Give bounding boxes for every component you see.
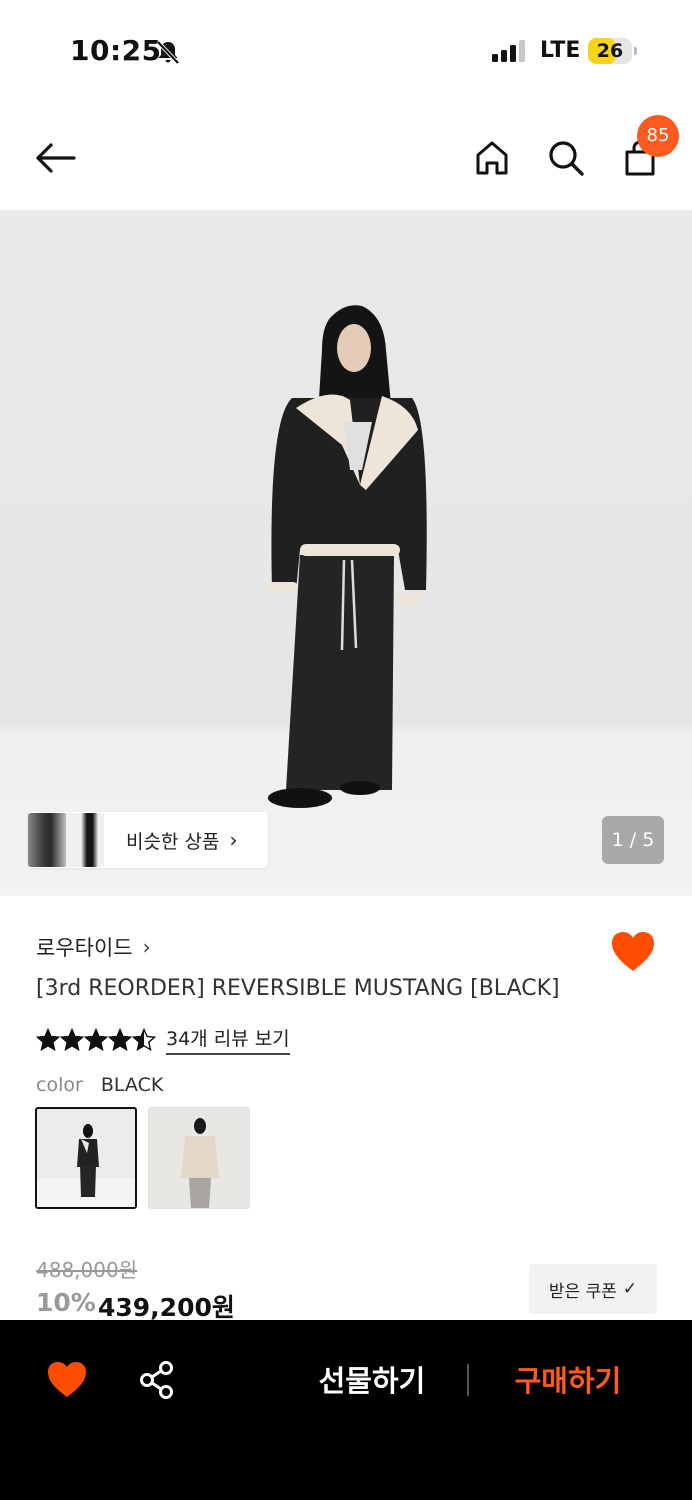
gift-button[interactable]: 선물하기	[292, 1356, 452, 1406]
status-time: 10:25	[70, 34, 162, 67]
star-icon	[60, 1027, 84, 1051]
chevron-right-icon: ›	[142, 935, 151, 959]
swatch-beige-thumb	[181, 1118, 219, 1208]
similar-thumbnails	[28, 813, 104, 867]
discount-rate: 10%	[36, 1288, 96, 1317]
cart-count-badge: 85	[637, 115, 679, 157]
review-link[interactable]: 34개 리뷰 보기	[166, 1024, 290, 1055]
product-image-gallery[interactable]: 비슷한 상품 › 1 / 5	[0, 210, 692, 896]
share-icon[interactable]	[138, 1360, 176, 1400]
swatch-black-thumb	[37, 1124, 135, 1207]
back-button[interactable]	[34, 136, 78, 180]
check-icon: ✓	[622, 1279, 638, 1299]
divider	[467, 1364, 469, 1396]
brand-link[interactable]: 로우타이드 ›	[36, 932, 151, 962]
received-coupon-button[interactable]: 받은 쿠폰 ✓	[529, 1264, 657, 1314]
coupon-label: 받은 쿠폰	[548, 1281, 617, 1302]
similar-products-label: 비슷한 상품	[126, 830, 220, 853]
signal-icon	[492, 40, 525, 62]
rating-row: 34개 리뷰 보기	[36, 1024, 290, 1055]
search-button[interactable]	[544, 136, 588, 180]
top-nav	[0, 110, 692, 206]
sale-price: 439,200원	[98, 1293, 235, 1322]
color-swatch-beige[interactable]	[148, 1107, 250, 1209]
color-row: color BLACK	[36, 1074, 163, 1096]
bottom-action-bar: 선물하기 구매하기	[0, 1320, 692, 1500]
product-title: [3rd REORDER] REVERSIBLE MUSTANG [BLACK]	[36, 976, 560, 1001]
original-price: 488,000원	[36, 1258, 138, 1282]
home-button[interactable]	[470, 136, 514, 180]
product-photo	[268, 305, 427, 808]
color-swatch-black[interactable]	[35, 1107, 137, 1209]
chevron-right-icon: ›	[229, 828, 238, 852]
arrow-left-icon	[36, 143, 76, 173]
heart-icon[interactable]	[46, 1360, 88, 1400]
similar-products-button[interactable]: 비슷한 상품 ›	[28, 812, 268, 868]
color-label: color	[36, 1074, 83, 1096]
star-rating	[36, 1027, 156, 1052]
status-bar: 10:25 LTE 26	[0, 0, 692, 100]
buy-button[interactable]: 구매하기	[490, 1356, 646, 1406]
search-icon	[549, 141, 584, 176]
battery-icon: 26	[588, 38, 637, 64]
color-value: BLACK	[100, 1074, 164, 1096]
battery-level: 26	[596, 40, 624, 62]
brand-name: 로우타이드	[36, 936, 133, 960]
home-icon	[476, 141, 508, 175]
carrier-label: LTE	[540, 38, 581, 63]
star-icon	[132, 1027, 156, 1051]
bell-off-icon	[156, 40, 180, 65]
image-counter: 1 / 5	[602, 816, 664, 864]
heart-icon[interactable]	[610, 930, 656, 974]
star-icon	[36, 1027, 60, 1051]
star-icon	[108, 1027, 132, 1051]
star-icon	[84, 1027, 108, 1051]
